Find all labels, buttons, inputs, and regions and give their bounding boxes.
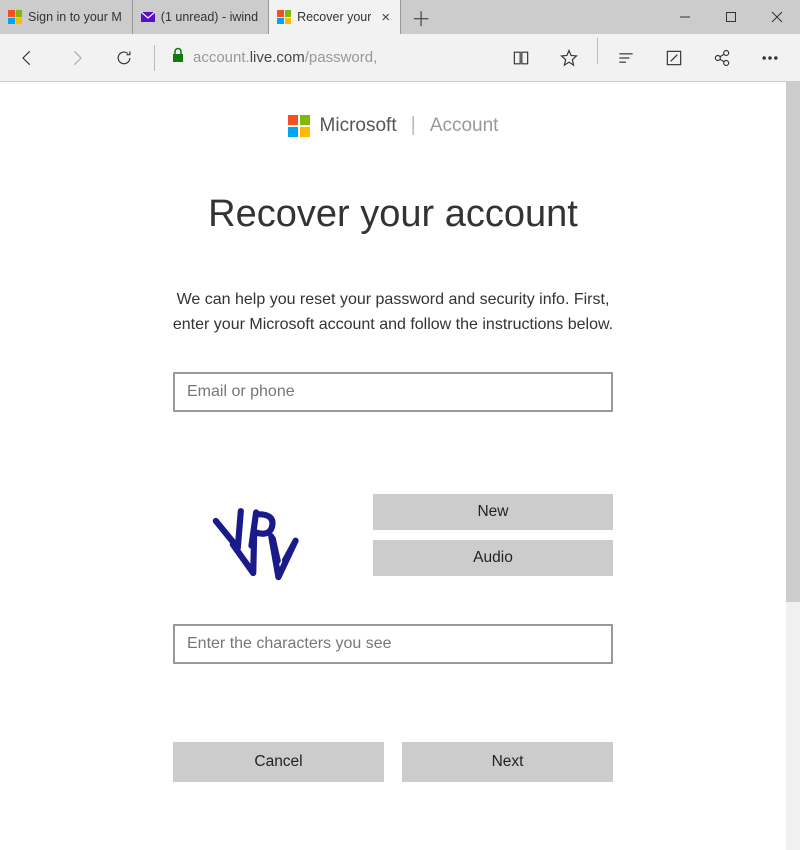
minimize-button[interactable] — [662, 0, 708, 34]
tab-recover-active[interactable]: Recover your × — [269, 0, 401, 34]
tab-mail[interactable]: (1 unread) - iwind — [133, 0, 269, 34]
window-controls — [662, 0, 800, 34]
lock-icon — [171, 47, 185, 68]
tab-label: Sign in to your M — [28, 10, 122, 24]
page-heading: Recover your account — [208, 193, 578, 236]
address-bar[interactable]: account.live.com/password, — [163, 40, 468, 76]
more-button[interactable] — [746, 38, 794, 78]
action-buttons: Cancel Next — [173, 742, 613, 782]
next-button[interactable]: Next — [402, 742, 613, 782]
tab-sign-in[interactable]: Sign in to your M — [0, 0, 133, 34]
tab-strip: Sign in to your M (1 unread) - iwind Rec… — [0, 0, 401, 34]
captcha-section: New Audio — [173, 490, 613, 590]
captcha-audio-button[interactable]: Audio — [373, 540, 613, 576]
tab-label: Recover your — [297, 10, 371, 24]
forward-button[interactable] — [54, 38, 98, 78]
hub-button[interactable] — [602, 38, 650, 78]
instruction-text: We can help you reset your password and … — [163, 288, 623, 338]
back-button[interactable] — [6, 38, 50, 78]
reading-view-button[interactable] — [497, 38, 545, 78]
url-text: account.live.com/password, — [193, 49, 377, 66]
favorites-button[interactable] — [545, 38, 593, 78]
microsoft-favicon — [8, 10, 22, 24]
browser-toolbar: account.live.com/password, — [0, 34, 800, 82]
page-content: Microsoft | Account Recover your account… — [0, 82, 786, 850]
titlebar: Sign in to your M (1 unread) - iwind Rec… — [0, 0, 800, 34]
web-note-button[interactable] — [650, 38, 698, 78]
recovery-form: New Audio Cancel Next — [173, 372, 613, 782]
separator — [597, 38, 598, 64]
email-input[interactable] — [173, 372, 613, 412]
microsoft-logo-icon — [288, 115, 310, 137]
brand-sub: Account — [430, 115, 499, 137]
brand-header: Microsoft | Account — [288, 114, 499, 137]
scrollbar-thumb[interactable] — [786, 82, 800, 602]
refresh-button[interactable] — [102, 38, 146, 78]
cancel-button[interactable]: Cancel — [173, 742, 384, 782]
close-window-button[interactable] — [754, 0, 800, 34]
tab-label: (1 unread) - iwind — [161, 10, 258, 24]
captcha-input[interactable] — [173, 624, 613, 664]
mail-favicon — [141, 10, 155, 24]
share-button[interactable] — [698, 38, 746, 78]
brand-name: Microsoft — [320, 115, 397, 137]
close-tab-icon[interactable]: × — [381, 9, 390, 26]
maximize-button[interactable] — [708, 0, 754, 34]
vertical-scrollbar[interactable] — [786, 82, 800, 850]
captcha-new-button[interactable]: New — [373, 494, 613, 530]
new-tab-button[interactable]: ＋ — [401, 0, 441, 34]
microsoft-favicon — [277, 10, 291, 24]
separator — [154, 45, 155, 71]
captcha-image — [173, 490, 343, 590]
brand-separator: | — [411, 114, 416, 137]
